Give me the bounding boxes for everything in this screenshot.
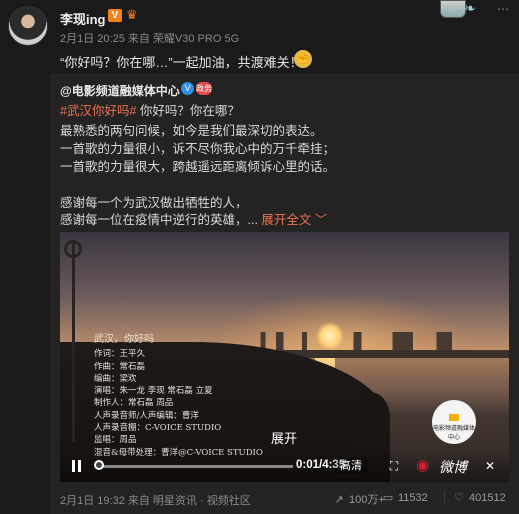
muscle-emoji-icon: ✊ <box>294 50 312 68</box>
video-player[interactable]: 武汉，你好吗 作词：王平久 作曲：常石磊 编曲：梁欢 演唱：朱一龙 李现 常石磊… <box>60 232 509 482</box>
credit-line: 制作人：常石磊 周品 <box>94 398 174 409</box>
pause-icon[interactable] <box>71 460 83 472</box>
fullscreen-icon[interactable]: ⛶ <box>387 459 401 473</box>
repost-line: 最熟悉的两句问候，如今是我们最深切的表达。 <box>60 124 323 138</box>
author-name[interactable]: 李现ing <box>60 9 106 28</box>
comment-icon: ▭ <box>382 492 394 504</box>
repost-line: 一首歌的力量很大，跨越遥远距离倾诉心里的话。 <box>60 160 336 174</box>
channel-logo-mark <box>449 414 459 421</box>
credit-line: 人声录音师/人声编辑：曹洋 <box>94 410 199 421</box>
lamp-head <box>64 240 82 258</box>
progress-bar[interactable] <box>98 465 293 468</box>
repost-line: 一首歌的力量很小，诉不尽你我心中的万千牵挂； <box>60 142 336 156</box>
credit-line: 人声录音棚：C-VOICE STUDIO <box>94 423 222 434</box>
like-count: 401512 <box>469 492 506 504</box>
author-avatar[interactable] <box>8 6 48 46</box>
weibo-logo-icon: ◉ <box>416 457 430 474</box>
repost-count: 100万+ <box>349 494 385 506</box>
weibo-post: 李现ing V ♛ 2月1日 20:25 来自 荣耀V30 PRO 5G ❧ ⋯… <box>0 0 519 514</box>
quality-button[interactable]: 高清 <box>334 458 368 474</box>
channel-logo: 电影频道融媒体中心 <box>432 400 476 444</box>
repost-meta: 2月1日 19:32 来自 明星资讯 · 视频社区 <box>60 495 251 507</box>
repost-source[interactable]: @电影频道融媒体中心 <box>60 82 180 99</box>
verified-icon: V <box>181 82 194 95</box>
credit-line: 监唱：周品 <box>94 435 137 446</box>
credit-line: 编曲：梁欢 <box>94 373 137 384</box>
repost-line: #武汉你好吗# 你好吗？你在哪？ <box>60 100 240 119</box>
crown-icon: ♛ <box>126 7 138 22</box>
channel-logo-text: 电影频道融媒体中心 <box>432 426 475 441</box>
hashtag-link[interactable]: #武汉你好吗# <box>60 104 136 118</box>
progress-knob-icon[interactable] <box>94 460 104 470</box>
repost-count-button[interactable]: ↗ 100万+ <box>332 491 385 507</box>
credits-title: 武汉，你好吗 <box>94 334 154 345</box>
like-icon: ♡ <box>454 492 464 504</box>
repost-line-text: 感谢每一位在疫情中逆行的英雄，... <box>60 213 262 227</box>
video-controls: 0:01/4:35 高清 ⛶ ◉ 微博 ✕ <box>60 450 509 482</box>
vip-badge: V <box>108 9 122 22</box>
expand-full-text-link[interactable]: 展开全文 ﹀ <box>261 213 327 227</box>
credit-line: 作词：王平久 <box>94 349 146 360</box>
credit-line: 作曲：常石磊 <box>94 361 146 372</box>
unfold-button[interactable]: 展开 <box>271 428 297 447</box>
video-credits: 武汉，你好吗 作词：王平久 作曲：常石磊 编曲：梁欢 演唱：朱一龙 李现 常石磊… <box>94 334 263 459</box>
tree-silhouette <box>350 392 390 442</box>
lamp-post <box>72 242 75 442</box>
divider <box>444 490 445 503</box>
repost-line: 感谢每一位在疫情中逆行的英雄，... 展开全文 ﹀ <box>60 209 327 228</box>
repost-line-text: 你好吗？你在哪？ <box>136 104 240 118</box>
divider <box>374 490 375 503</box>
mute-icon[interactable]: ✕ <box>485 459 501 473</box>
weibo-brand: 微博 <box>439 459 467 475</box>
like-count-button[interactable]: ♡ 401512 <box>452 491 506 504</box>
comment-count-button[interactable]: ▭ 11532 <box>381 491 428 504</box>
post-text: “你好吗？你在哪…”一起加油，共渡难关！ <box>60 55 303 70</box>
credit-line: 演唱：朱一龙 李现 常石磊 立夏 <box>94 386 213 397</box>
top-avatar[interactable] <box>440 0 466 18</box>
post-meta: 2月1日 20:25 来自 荣耀V30 PRO 5G <box>60 33 240 45</box>
org-badge: 政务 <box>196 82 212 95</box>
more-options-icon[interactable]: ⋯ <box>497 2 513 16</box>
comment-count: 11532 <box>398 492 428 504</box>
repost-icon: ↗ <box>334 494 344 506</box>
wing-icon: ❧ <box>464 0 476 16</box>
